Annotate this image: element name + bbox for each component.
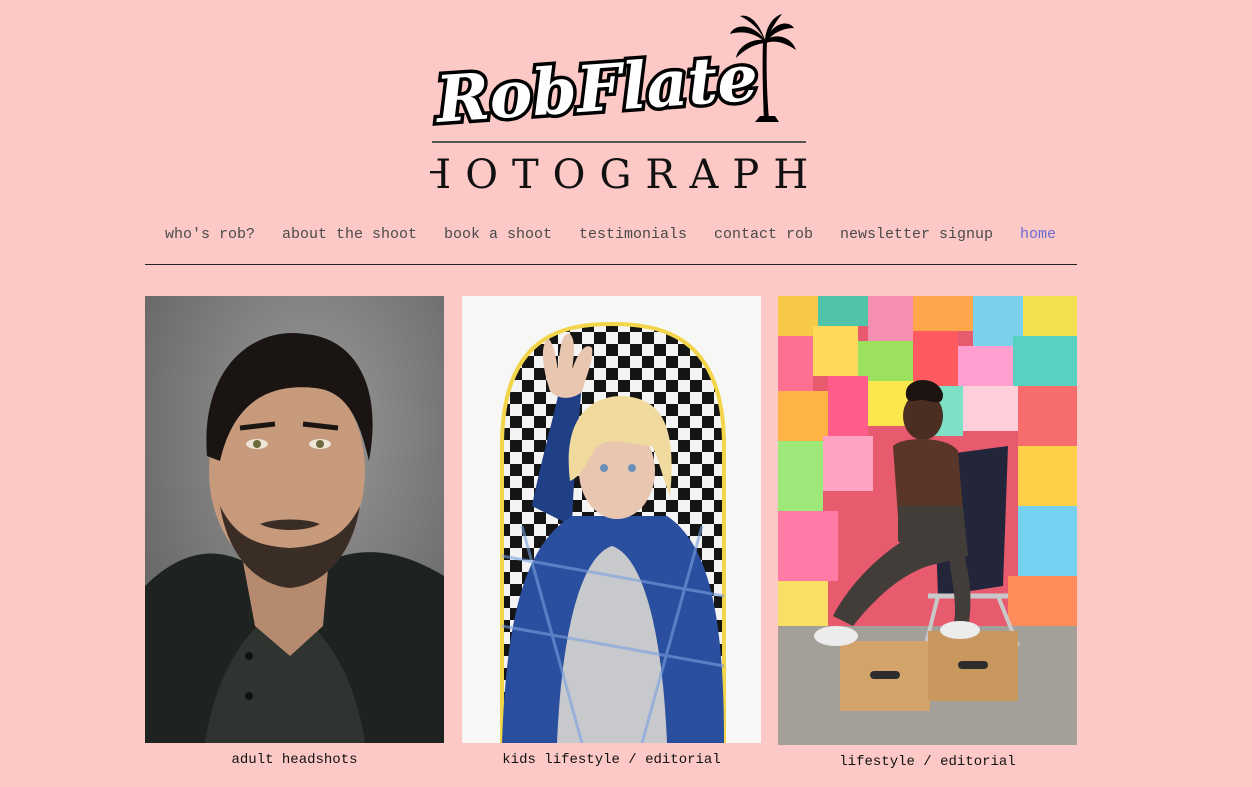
gallery-card-lifestyle-editorial: lifestyle / editorial [778, 296, 1077, 770]
logo-script-text: RobFlate [432, 41, 761, 138]
logo-subtitle: PHOTOGRAPHY [430, 152, 810, 198]
card-caption[interactable]: adult headshots [145, 752, 444, 768]
nav-item-home[interactable]: home [1020, 226, 1056, 243]
nav-item-newsletter-signup[interactable]: newsletter signup [840, 226, 993, 243]
nav-item-testimonials[interactable]: testimonials [579, 226, 687, 243]
card-caption[interactable]: lifestyle / editorial [778, 754, 1077, 770]
nav-item-contact-rob[interactable]: contact rob [714, 226, 813, 243]
nav-item-book-a-shoot[interactable]: book a shoot [444, 226, 552, 243]
card-caption[interactable]: kids lifestyle / editorial [462, 752, 761, 768]
nav-item-whos-rob[interactable]: who's rob? [165, 226, 255, 243]
main-nav: who's rob? about the shoot book a shoot … [145, 226, 1077, 246]
nav-divider [145, 264, 1077, 265]
adult-headshot-photo[interactable] [145, 296, 444, 743]
nav-item-about-the-shoot[interactable]: about the shoot [282, 226, 417, 243]
gallery-card-kids-lifestyle: kids lifestyle / editorial [462, 296, 761, 768]
kids-lifestyle-photo[interactable] [462, 296, 761, 743]
site-logo[interactable]: RobFlate PHOTOGRAPHY [430, 10, 810, 200]
gallery-card-adult-headshots: adult headshots [145, 296, 444, 768]
lifestyle-editorial-photo[interactable] [778, 296, 1077, 745]
